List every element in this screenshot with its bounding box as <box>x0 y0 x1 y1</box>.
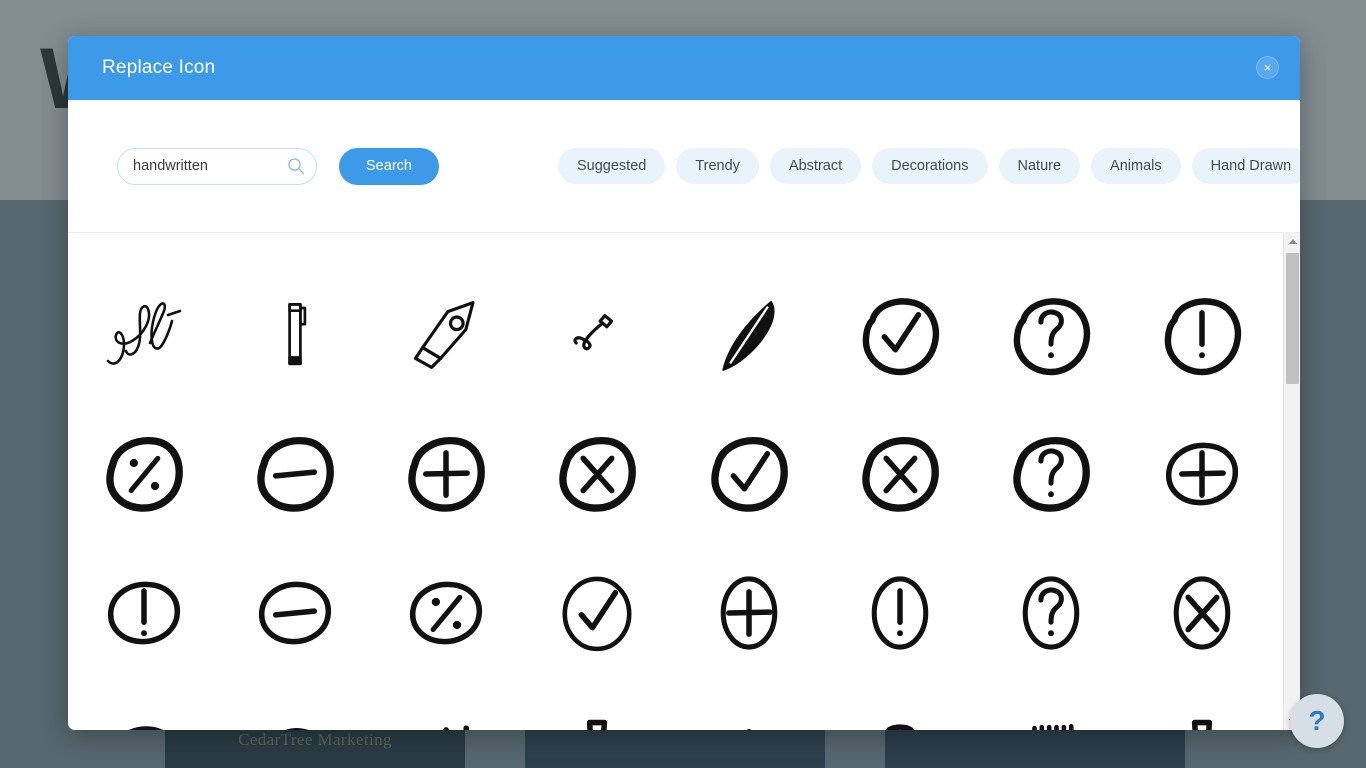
help-button[interactable]: ? <box>1290 694 1344 748</box>
circled-percent-thin-icon[interactable] <box>371 543 522 682</box>
chip-label: Abstract <box>788 158 843 174</box>
circled-plus-bold-icon[interactable] <box>371 404 522 543</box>
chevron-up-icon[interactable] <box>1284 233 1300 250</box>
signature-icon[interactable] <box>68 265 219 404</box>
chip-label: Animals <box>1110 158 1162 174</box>
bottle-sketch-icon[interactable] <box>522 682 673 730</box>
close-icon[interactable]: × <box>1256 56 1279 79</box>
circled-exclamation-sketch-icon[interactable] <box>1127 265 1278 404</box>
dialog-header: Replace Icon × <box>68 36 1300 100</box>
chip-label: Suggested <box>577 158 647 174</box>
home-sketch-icon[interactable] <box>673 682 824 730</box>
vertical-scrollbar[interactable] <box>1283 233 1300 730</box>
category-chip-suggested[interactable]: Suggested <box>558 148 666 184</box>
circled-plus-thin-icon[interactable] <box>1127 404 1278 543</box>
category-chip-abstract[interactable]: Abstract <box>769 148 862 184</box>
alarm-clock-sketch-icon[interactable] <box>824 682 975 730</box>
circled-minus-wide-icon[interactable] <box>68 682 219 730</box>
circled-check-bold-icon[interactable] <box>673 404 824 543</box>
circled-x-bold-alt-icon[interactable] <box>824 404 975 543</box>
pen-icon[interactable] <box>219 265 370 404</box>
circled-question-oval-icon[interactable] <box>976 543 1127 682</box>
small-signature-icon[interactable] <box>522 265 673 404</box>
circled-minus-bold-icon[interactable] <box>219 404 370 543</box>
category-chip-decorations[interactable]: Decorations <box>872 148 988 184</box>
vase-sketch-icon[interactable] <box>1127 682 1278 730</box>
category-chip-trendy[interactable]: Trendy <box>676 148 759 184</box>
circled-percent-wide-icon[interactable] <box>219 682 370 730</box>
search-field-wrapper <box>117 147 317 185</box>
circled-plus-oval-icon[interactable] <box>673 543 824 682</box>
category-chip-hand-drawn[interactable]: Hand Drawn <box>1191 148 1300 184</box>
category-chip-nature[interactable]: Nature <box>998 148 1081 184</box>
circled-exclamation-oval-icon[interactable] <box>824 543 975 682</box>
scrollbar-thumb[interactable] <box>1286 253 1299 385</box>
icon-results-area <box>68 233 1300 730</box>
circled-minus-thin-icon[interactable] <box>219 543 370 682</box>
circled-percent-bold-icon[interactable] <box>68 404 219 543</box>
circled-x-oval-icon[interactable] <box>1127 543 1278 682</box>
replace-icon-dialog: Replace Icon × Search Suggested Trendy A… <box>68 36 1300 730</box>
chip-label: Trendy <box>695 158 740 174</box>
icon-grid <box>68 233 1278 730</box>
search-input[interactable] <box>117 147 317 185</box>
fountain-pen-nib-icon[interactable] <box>371 265 522 404</box>
circled-question-bold-icon[interactable] <box>976 404 1127 543</box>
help-question-icon: ? <box>1308 705 1326 736</box>
circled-check-sketch-icon[interactable] <box>824 265 975 404</box>
dialog-toolbar: Search Suggested Trendy Abstract Decorat… <box>68 100 1300 233</box>
chip-label: Nature <box>1017 158 1062 174</box>
circled-check-thin-icon[interactable] <box>522 543 673 682</box>
house-sketch-icon[interactable] <box>371 682 522 730</box>
search-button[interactable]: Search <box>339 147 439 185</box>
chip-label: Decorations <box>891 158 969 174</box>
category-chip-animals[interactable]: Animals <box>1091 148 1181 184</box>
dialog-title: Replace Icon <box>102 57 216 78</box>
circled-x-bold-icon[interactable] <box>522 404 673 543</box>
leaf-quill-icon[interactable] <box>673 265 824 404</box>
chip-label: Hand Drawn <box>1210 158 1292 174</box>
circled-question-sketch-icon[interactable] <box>976 265 1127 404</box>
notepad-sketch-icon[interactable] <box>976 682 1127 730</box>
category-chip-list: Suggested Trendy Abstract Decorations Na… <box>558 148 1300 184</box>
circled-exclamation-thin-icon[interactable] <box>68 543 219 682</box>
